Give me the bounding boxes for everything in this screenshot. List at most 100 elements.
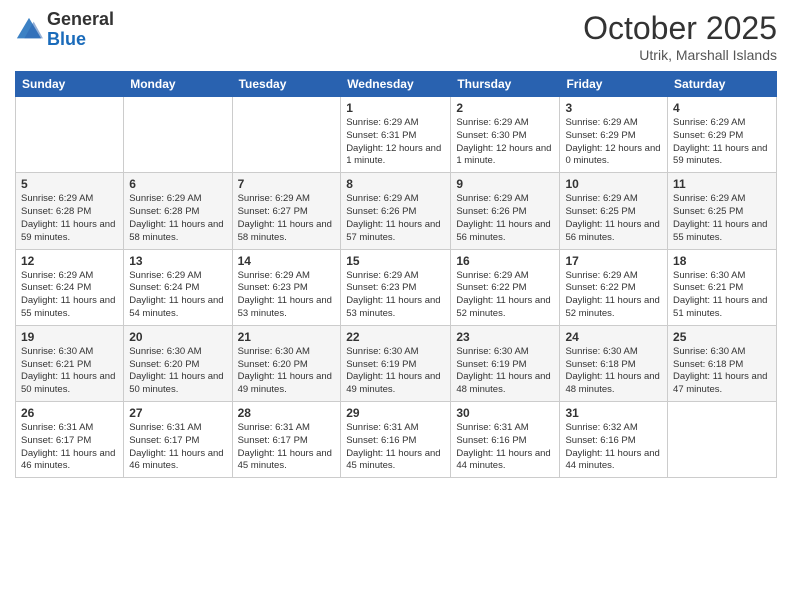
logo: General Blue — [15, 10, 114, 50]
calendar-cell: 8 Sunrise: 6:29 AM Sunset: 6:26 PM Daylig… — [341, 173, 451, 249]
day-number: 5 — [21, 177, 118, 191]
weekday-header: Friday — [560, 72, 668, 97]
weekday-header: Sunday — [16, 72, 124, 97]
day-number: 21 — [238, 330, 336, 344]
calendar-cell: 27Sunrise: 6:31 AM Sunset: 6:17 PM Dayli… — [124, 402, 232, 478]
calendar-week-row: 12 Sunrise: 6:29 AM Sunset: 6:24 PM Dayli… — [16, 249, 777, 325]
day-number: 17 — [565, 254, 662, 268]
day-info: Sunrise: 6:31 AM Sunset: 6:17 PM Dayligh… — [238, 422, 336, 473]
day-number: 8 — [346, 177, 445, 191]
day-number: 13 — [129, 254, 226, 268]
day-number: 30 — [456, 406, 554, 420]
calendar-cell: 19 Sunrise: 6:30 AM Sunset: 6:21 PM Dayli… — [16, 325, 124, 401]
calendar-cell: 21Sunrise: 6:30 AM Sunset: 6:20 PM Dayli… — [232, 325, 341, 401]
day-number: 11 — [673, 177, 771, 191]
day-info: Sunrise: 6:29 AM Sunset: 6:25 PM Dayligh… — [565, 193, 662, 244]
calendar-cell: 25 Sunrise: 6:30 AM Sunset: 6:18 PM Dayli… — [668, 325, 777, 401]
calendar-cell: 18 Sunrise: 6:30 AM Sunset: 6:21 PM Dayli… — [668, 249, 777, 325]
day-info: Sunrise: 6:29 AM Sunset: 6:25 PM Dayligh… — [673, 193, 771, 244]
calendar-week-row: 26 Sunrise: 6:31 AM Sunset: 6:17 PM Dayli… — [16, 402, 777, 478]
page: General Blue October 2025 Utrik, Marshal… — [0, 0, 792, 612]
calendar-cell: 14Sunrise: 6:29 AM Sunset: 6:23 PM Dayli… — [232, 249, 341, 325]
weekday-header: Wednesday — [341, 72, 451, 97]
calendar-cell: 9Sunrise: 6:29 AM Sunset: 6:26 PM Daylig… — [451, 173, 560, 249]
calendar-cell: 28Sunrise: 6:31 AM Sunset: 6:17 PM Dayli… — [232, 402, 341, 478]
calendar-week-row: 1 Sunrise: 6:29 AM Sunset: 6:31 PM Daylig… — [16, 97, 777, 173]
calendar-cell: 17Sunrise: 6:29 AM Sunset: 6:22 PM Dayli… — [560, 249, 668, 325]
calendar-cell: 20 Sunrise: 6:30 AM Sunset: 6:20 PM Dayli… — [124, 325, 232, 401]
day-info: Sunrise: 6:30 AM Sunset: 6:21 PM Dayligh… — [21, 346, 118, 397]
day-info: Sunrise: 6:29 AM Sunset: 6:31 PM Dayligh… — [346, 117, 445, 168]
day-number: 2 — [456, 101, 554, 115]
day-info: Sunrise: 6:31 AM Sunset: 6:16 PM Dayligh… — [456, 422, 554, 473]
calendar-cell: 5 Sunrise: 6:29 AM Sunset: 6:28 PM Daylig… — [16, 173, 124, 249]
calendar-cell: 13 Sunrise: 6:29 AM Sunset: 6:24 PM Dayli… — [124, 249, 232, 325]
day-info: Sunrise: 6:29 AM Sunset: 6:24 PM Dayligh… — [129, 270, 226, 321]
day-info: Sunrise: 6:29 AM Sunset: 6:29 PM Dayligh… — [565, 117, 662, 168]
day-number: 1 — [346, 101, 445, 115]
day-info: Sunrise: 6:30 AM Sunset: 6:18 PM Dayligh… — [673, 346, 771, 397]
day-info: Sunrise: 6:29 AM Sunset: 6:22 PM Dayligh… — [456, 270, 554, 321]
weekday-header: Monday — [124, 72, 232, 97]
day-info: Sunrise: 6:29 AM Sunset: 6:28 PM Dayligh… — [129, 193, 226, 244]
day-info: Sunrise: 6:29 AM Sunset: 6:28 PM Dayligh… — [21, 193, 118, 244]
day-number: 20 — [129, 330, 226, 344]
day-number: 23 — [456, 330, 554, 344]
day-number: 19 — [21, 330, 118, 344]
day-info: Sunrise: 6:31 AM Sunset: 6:16 PM Dayligh… — [346, 422, 445, 473]
day-info: Sunrise: 6:29 AM Sunset: 6:30 PM Dayligh… — [456, 117, 554, 168]
calendar-cell — [232, 97, 341, 173]
calendar-cell — [124, 97, 232, 173]
calendar-cell: 11 Sunrise: 6:29 AM Sunset: 6:25 PM Dayli… — [668, 173, 777, 249]
day-number: 24 — [565, 330, 662, 344]
day-info: Sunrise: 6:30 AM Sunset: 6:19 PM Dayligh… — [456, 346, 554, 397]
day-info: Sunrise: 6:30 AM Sunset: 6:20 PM Dayligh… — [129, 346, 226, 397]
day-number: 26 — [21, 406, 118, 420]
day-info: Sunrise: 6:30 AM Sunset: 6:21 PM Dayligh… — [673, 270, 771, 321]
calendar-cell: 24Sunrise: 6:30 AM Sunset: 6:18 PM Dayli… — [560, 325, 668, 401]
day-number: 31 — [565, 406, 662, 420]
day-info: Sunrise: 6:29 AM Sunset: 6:29 PM Dayligh… — [673, 117, 771, 168]
calendar-cell: 4 Sunrise: 6:29 AM Sunset: 6:29 PM Daylig… — [668, 97, 777, 173]
day-number: 25 — [673, 330, 771, 344]
day-number: 22 — [346, 330, 445, 344]
day-info: Sunrise: 6:32 AM Sunset: 6:16 PM Dayligh… — [565, 422, 662, 473]
calendar-cell — [668, 402, 777, 478]
calendar-cell: 1 Sunrise: 6:29 AM Sunset: 6:31 PM Daylig… — [341, 97, 451, 173]
day-number: 15 — [346, 254, 445, 268]
calendar-table: SundayMondayTuesdayWednesdayThursdayFrid… — [15, 71, 777, 478]
day-info: Sunrise: 6:31 AM Sunset: 6:17 PM Dayligh… — [21, 422, 118, 473]
day-info: Sunrise: 6:30 AM Sunset: 6:19 PM Dayligh… — [346, 346, 445, 397]
logo-text: General Blue — [47, 10, 114, 50]
calendar-cell: 12Sunrise: 6:29 AM Sunset: 6:24 PM Dayli… — [16, 249, 124, 325]
weekday-header: Saturday — [668, 72, 777, 97]
day-info: Sunrise: 6:29 AM Sunset: 6:27 PM Dayligh… — [238, 193, 336, 244]
calendar-cell: 22 Sunrise: 6:30 AM Sunset: 6:19 PM Dayli… — [341, 325, 451, 401]
calendar-cell: 16Sunrise: 6:29 AM Sunset: 6:22 PM Dayli… — [451, 249, 560, 325]
calendar-cell — [16, 97, 124, 173]
calendar-cell: 10Sunrise: 6:29 AM Sunset: 6:25 PM Dayli… — [560, 173, 668, 249]
day-number: 27 — [129, 406, 226, 420]
day-number: 12 — [21, 254, 118, 268]
day-number: 29 — [346, 406, 445, 420]
logo-blue-text: Blue — [47, 29, 86, 49]
logo-icon — [15, 16, 43, 44]
calendar-cell: 2 Sunrise: 6:29 AM Sunset: 6:30 PM Daylig… — [451, 97, 560, 173]
header: General Blue October 2025 Utrik, Marshal… — [15, 10, 777, 63]
weekday-header: Thursday — [451, 72, 560, 97]
weekday-header: Tuesday — [232, 72, 341, 97]
calendar-week-row: 19 Sunrise: 6:30 AM Sunset: 6:21 PM Dayli… — [16, 325, 777, 401]
day-number: 9 — [456, 177, 554, 191]
day-number: 4 — [673, 101, 771, 115]
calendar-cell: 30 Sunrise: 6:31 AM Sunset: 6:16 PM Dayli… — [451, 402, 560, 478]
day-info: Sunrise: 6:29 AM Sunset: 6:26 PM Dayligh… — [346, 193, 445, 244]
calendar-cell: 15Sunrise: 6:29 AM Sunset: 6:23 PM Dayli… — [341, 249, 451, 325]
logo-general-text: General — [47, 9, 114, 29]
calendar-cell: 29 Sunrise: 6:31 AM Sunset: 6:16 PM Dayli… — [341, 402, 451, 478]
calendar-cell: 6Sunrise: 6:29 AM Sunset: 6:28 PM Daylig… — [124, 173, 232, 249]
calendar-cell: 31 Sunrise: 6:32 AM Sunset: 6:16 PM Dayli… — [560, 402, 668, 478]
day-info: Sunrise: 6:29 AM Sunset: 6:23 PM Dayligh… — [238, 270, 336, 321]
day-number: 18 — [673, 254, 771, 268]
calendar-cell: 23 Sunrise: 6:30 AM Sunset: 6:19 PM Dayli… — [451, 325, 560, 401]
day-number: 3 — [565, 101, 662, 115]
